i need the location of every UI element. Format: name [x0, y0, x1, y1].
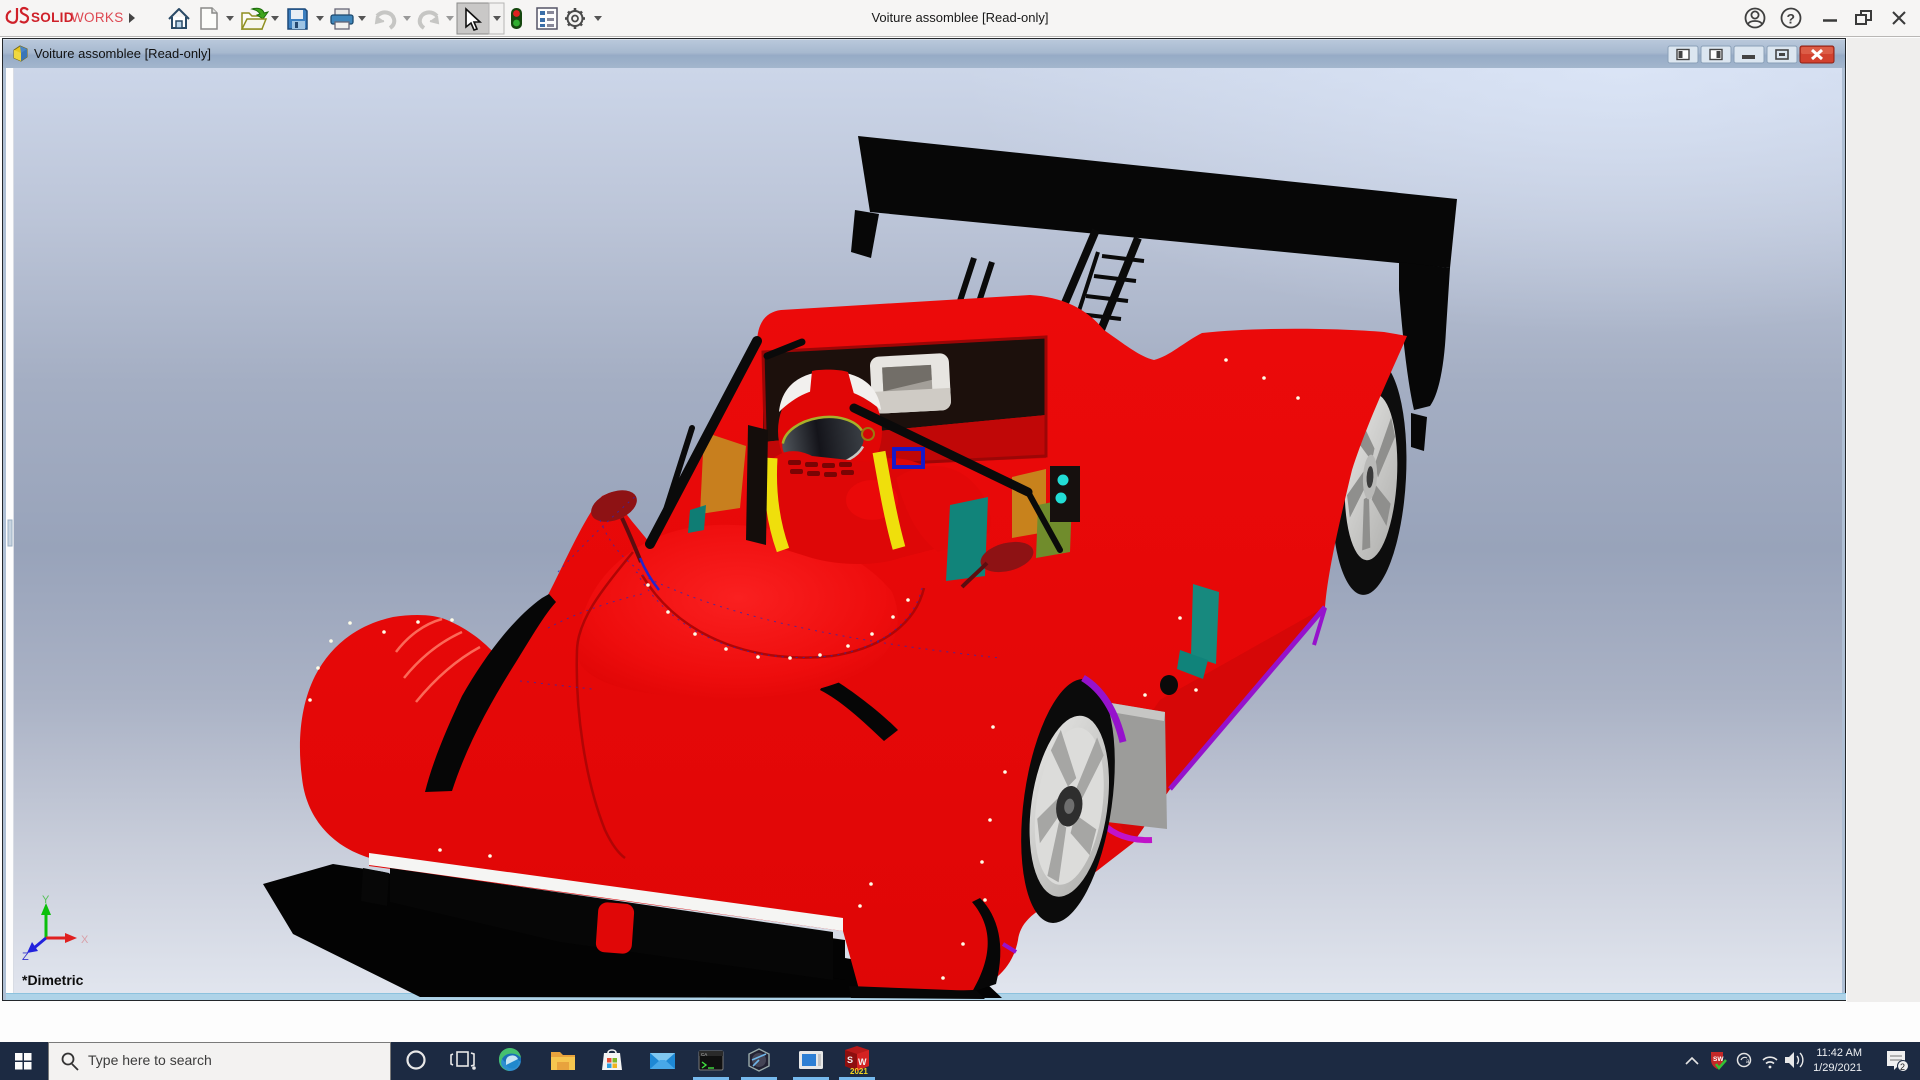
svg-text:CA: CA: [701, 1052, 707, 1057]
svg-text:2: 2: [1900, 1062, 1905, 1072]
svg-text:W: W: [858, 1057, 867, 1067]
svg-text:2021: 2021: [850, 1067, 868, 1076]
svg-text:S: S: [847, 1055, 853, 1065]
